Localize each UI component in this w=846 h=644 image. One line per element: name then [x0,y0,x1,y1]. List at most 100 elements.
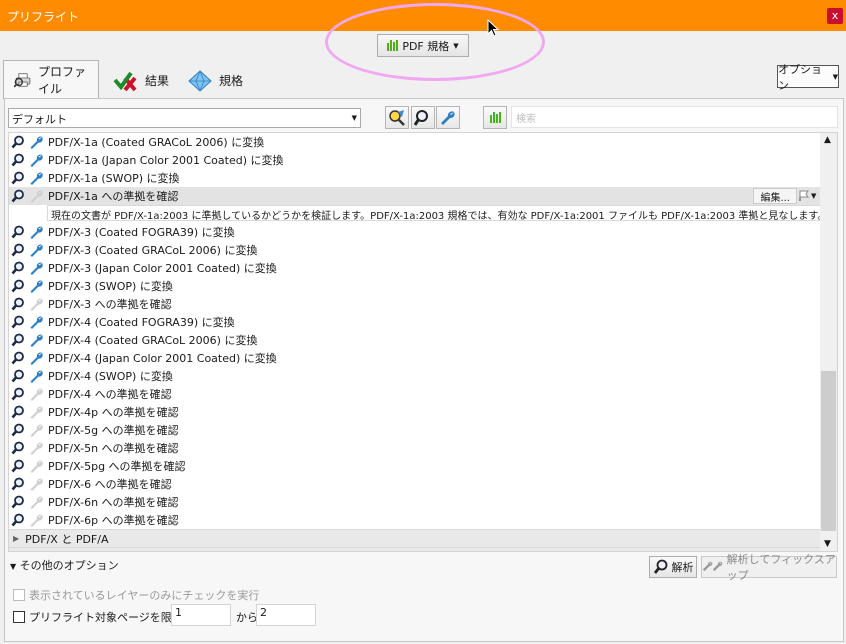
options-label: オプション [778,62,822,92]
show-analyze-button[interactable] [411,106,435,129]
profile-row[interactable]: PDF/X-6 への準拠を確認 [9,475,821,493]
magnifier-icon [9,493,27,511]
profile-label: PDF/X-4 (SWOP) に変換 [48,370,173,383]
list-scrollbar[interactable]: ▲ ▼ [820,133,837,551]
magnifier-icon [414,109,428,126]
group-label: PDF/X と PDF/A [25,532,109,546]
page-range-label: プリフライト対象ページを限定： [29,611,194,624]
profile-row[interactable]: PDF/X-4 (SWOP) に変換 [9,367,821,385]
page-range-option[interactable]: プリフライト対象ページを限定： [13,609,194,625]
magnifier-icon [9,187,27,205]
wrench-icon [27,385,45,403]
wrench-icon [27,133,45,151]
magnifier-icon [9,259,27,277]
flag-menu-icon[interactable]: ▼ [799,188,819,204]
profile-label: PDF/X-3 への準拠を確認 [48,298,172,311]
profile-row[interactable]: PDF/X-5n への準拠を確認 [9,439,821,457]
check-cross-icon [113,71,137,91]
search-input[interactable]: 検索 [511,106,838,128]
expand-arrow-icon[interactable]: ▶ [13,534,19,543]
tab-bar: プロファイル 結果 規格 [0,60,846,99]
magnifier-icon [9,241,27,259]
visible-layers-checkbox[interactable] [13,589,25,601]
profile-row[interactable]: PDF/X-4 (Japan Color 2001 Coated) に変換 [9,349,821,367]
wrench-icon [27,493,45,511]
visible-layers-option[interactable]: 表示されているレイヤーのみにチェックを実行 [13,587,259,603]
profile-row[interactable]: PDF/X-3 (Japan Color 2001 Coated) に変換 [9,259,821,277]
profile-label: PDF/X-5n への準拠を確認 [48,442,179,455]
mouse-cursor-icon [487,19,499,37]
profile-group[interactable]: ▶ PDF/X と PDF/A [9,529,821,547]
profile-label: PDF/X-1a への準拠を確認 [48,190,179,203]
profile-row[interactable]: PDF/X-3 (Coated GRACoL 2006) に変換 [9,241,821,259]
wrench-icon [27,475,45,493]
magnifier-icon [9,133,27,151]
group-label: Processing Steps [25,550,118,551]
close-button[interactable]: x [827,8,843,24]
tab-results[interactable]: 結果 [103,62,179,99]
profile-list[interactable]: PDF/X-1a (Coated GRACoL 2006) に変換 PDF/X-1… [8,132,838,552]
profile-description: 現在の文書が PDF/X-1a:2003 に準拠しているかどうかを検証します。P… [47,205,821,221]
profile-row[interactable]: PDF/X-4 (Coated GRACoL 2006) に変換 [9,331,821,349]
profile-row[interactable]: PDF/X-3 への準拠を確認 [9,295,821,313]
profile-label: PDF/X-4p への準拠を確認 [48,406,179,419]
wrench-icon [27,349,45,367]
scroll-up-icon[interactable]: ▲ [824,135,831,145]
magnifier-icon [9,313,27,331]
profile-row[interactable]: PDF/X-3 (Coated FOGRA39) に変換 [9,223,821,241]
profile-row[interactable]: PDF/X-3 (SWOP) に変換 [9,277,821,295]
magnifier-icon [653,559,667,574]
profile-label: PDF/X-1a (SWOP) に変換 [48,172,180,185]
profile-row[interactable]: PDF/X-6p への準拠を確認 [9,511,821,529]
profile-label: PDF/X-1a (Coated GRACoL 2006) に変換 [48,136,265,149]
profile-row[interactable]: PDF/X-1a (Japan Color 2001 Coated) に変換 [9,151,821,169]
options-button[interactable]: オプション ▼ [777,63,839,92]
profile-row[interactable]: PDF/X-6n への準拠を確認 [9,493,821,511]
analyze-label: 解析 [671,561,694,574]
tab-profiles[interactable]: プロファイル [3,60,99,99]
edit-profile-button[interactable]: 編集... [753,188,797,204]
chevron-down-icon: ▼ [453,41,459,50]
page-to-input[interactable]: 2 [256,604,316,626]
profile-library-select[interactable]: デフォルト ▼ [8,108,361,128]
printer-icon [14,73,31,88]
magnifier-icon [9,367,27,385]
pdf-standards-label: PDF 規格 [402,39,450,53]
magnifier-icon [9,151,27,169]
magnifier-icon [9,223,27,241]
wrench-icon [27,169,45,187]
profile-row[interactable]: PDF/X-5g への準拠を確認 [9,421,821,439]
profile-row[interactable]: PDF/X-1a への準拠を確認 編集... ▼ [9,187,821,205]
wrench-icon [27,403,45,421]
page-range-separator: から [236,611,258,624]
magnifier-icon [9,277,27,295]
profile-label: PDF/X-1a (Japan Color 2001 Coated) に変換 [48,154,284,167]
magnifier-icon [9,457,27,475]
show-standards-button[interactable] [483,106,507,129]
tab-results-label: 結果 [145,74,170,88]
scroll-thumb[interactable] [821,371,836,531]
profile-row[interactable]: PDF/X-1a (Coated GRACoL 2006) に変換 [9,133,821,151]
profile-filter-icon [389,109,405,126]
tab-standards[interactable]: 規格 [177,62,253,99]
analyze-button[interactable]: 解析 [649,556,697,578]
profile-row[interactable]: PDF/X-4 (Coated FOGRA39) に変換 [9,313,821,331]
profile-group[interactable]: ▶Processing Steps [9,547,821,551]
magnifier-icon [9,421,27,439]
profile-row[interactable]: PDF/X-4 への準拠を確認 [9,385,821,403]
wrench-icon [27,241,45,259]
show-fixup-button[interactable] [436,106,460,129]
pdf-standards-button[interactable]: PDF 規格 ▼ [377,34,469,57]
page-range-checkbox[interactable] [13,611,25,623]
profile-library-value: デフォルト [12,113,67,126]
profile-label: PDF/X-6 への準拠を確認 [48,478,172,491]
scroll-down-icon[interactable]: ▼ [824,539,831,549]
analyze-and-fix-button[interactable]: 解析してフィックスアップ [701,553,837,582]
tab-profiles-label: プロファイル [38,65,87,96]
profile-row[interactable]: PDF/X-5pg への準拠を確認 [9,457,821,475]
show-all-button[interactable] [385,106,409,129]
more-options-toggle[interactable]: ▼ その他のオプション [10,557,119,573]
page-from-input[interactable]: 1 [171,604,231,626]
profile-row[interactable]: PDF/X-1a (SWOP) に変換 [9,169,821,187]
profile-row[interactable]: PDF/X-4p への準拠を確認 [9,403,821,421]
